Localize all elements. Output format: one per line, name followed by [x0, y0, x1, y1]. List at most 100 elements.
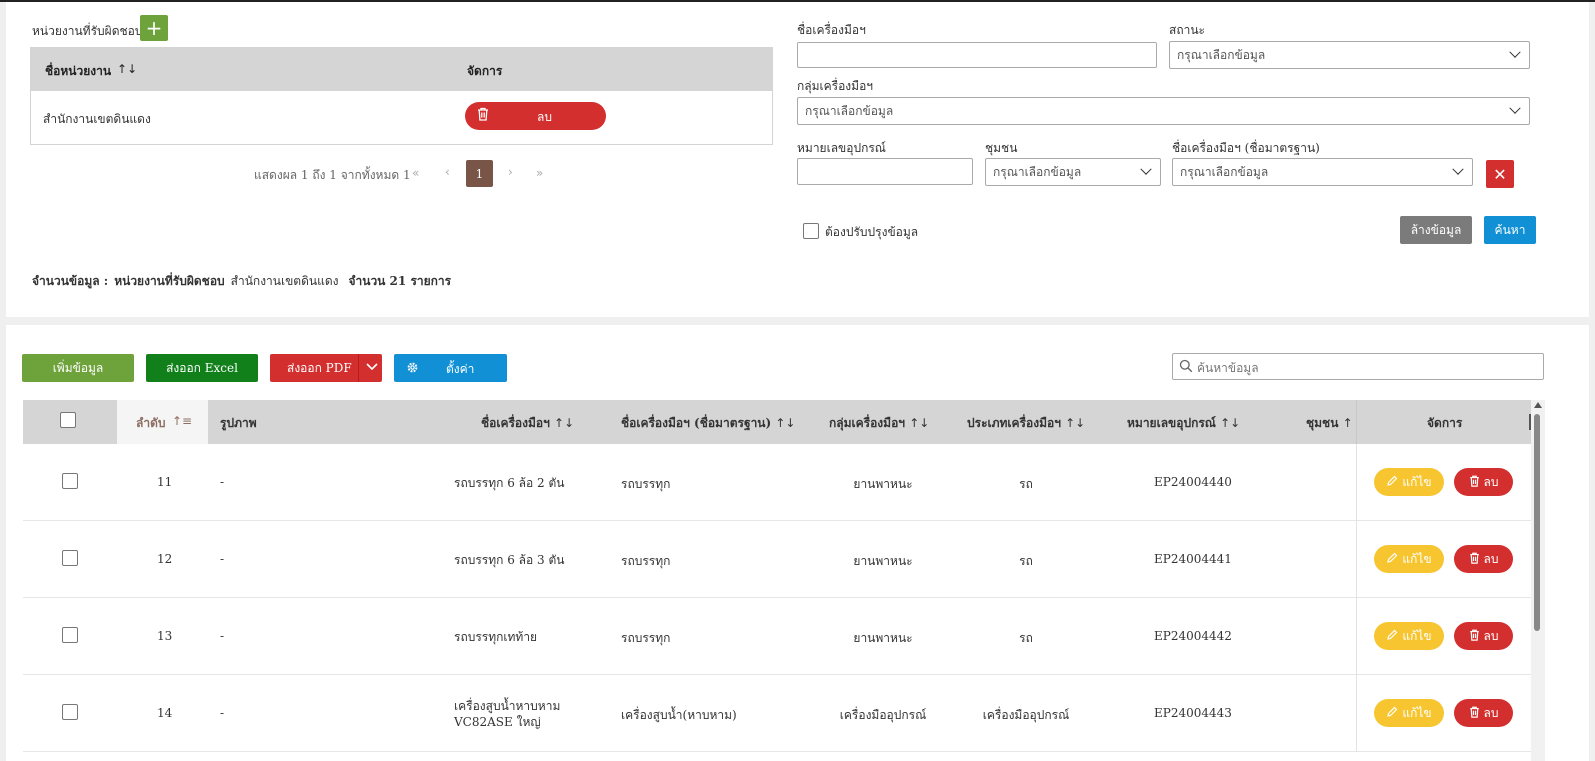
- table-scrollbar[interactable]: [1531, 400, 1545, 761]
- group-select[interactable]: กรุณาเลือกข้อมูล: [797, 97, 1530, 125]
- close-icon: ✕: [1493, 164, 1507, 184]
- pager-first[interactable]: «: [412, 166, 419, 180]
- unit-table-header: ชื่อหน่วยงาน ↑↓ จัดการ: [31, 48, 772, 91]
- row-name: รถบรรทุกเทท้าย: [454, 630, 538, 644]
- delete-button[interactable]: ลบ: [1454, 699, 1513, 727]
- pencil-icon: [1386, 475, 1398, 490]
- col-name[interactable]: ชื่อเครื่องมือฯ ↑↓: [481, 414, 574, 433]
- clear-std-name-button[interactable]: ✕: [1486, 160, 1514, 188]
- sort-icon: ↑↓: [909, 416, 930, 430]
- row-image: -: [220, 475, 225, 489]
- summary-label: จำนวนข้อมูล :: [32, 274, 109, 288]
- sort-asc-icon: ↑≡: [172, 414, 193, 428]
- sort-icon: ↑: [1342, 416, 1353, 430]
- row-equipment-no: EP24004441: [1154, 552, 1232, 566]
- scroll-up-icon[interactable]: [1534, 402, 1542, 408]
- row-type: เครื่องมืออุปกรณ์: [982, 708, 1070, 722]
- row-std-name: เครื่องสูบน้ำ(หาบหาม): [621, 708, 737, 722]
- col-divider: [1356, 444, 1357, 521]
- col-divider: [1356, 598, 1357, 675]
- row-std-name: รถบรรทุก: [621, 477, 671, 491]
- col-image: รูปภาพ: [220, 416, 257, 430]
- unit-section-title: หน่วยงานที่รับผิดชอบ: [32, 24, 143, 38]
- row-equipment-no: EP24004440: [1154, 475, 1232, 489]
- chevron-down-icon: [1509, 46, 1521, 58]
- row-type: รถ: [1019, 631, 1033, 645]
- chevron-down-icon: [1140, 163, 1152, 175]
- filter-card: หน่วยงานที่รับผิดชอบ + ชื่อหน่วยงาน ↑↓ จ…: [6, 2, 1589, 317]
- sort-icon: ↑↓: [1065, 416, 1086, 430]
- export-excel-button[interactable]: ส่งออก Excel: [146, 354, 258, 382]
- col-equipment-no[interactable]: หมายเลขอุปกรณ์ ↑↓: [1127, 414, 1240, 433]
- tool-name-input[interactable]: [797, 42, 1157, 68]
- delete-button[interactable]: ลบ: [1454, 622, 1513, 650]
- row-checkbox[interactable]: [62, 704, 78, 720]
- pencil-icon: [1386, 706, 1398, 721]
- col-manage: จัดการ: [1427, 416, 1463, 430]
- tool-name-label: ชื่อเครื่องมือฯ: [797, 23, 866, 37]
- add-unit-button[interactable]: +: [140, 15, 168, 41]
- chevron-down-icon: [1509, 102, 1521, 114]
- trash-icon: [1469, 552, 1480, 567]
- unit-table: ชื่อหน่วยงาน ↑↓ จัดการ สำนักงานเขตดินแดง…: [30, 47, 773, 145]
- row-index: 11: [157, 475, 173, 489]
- pager-info: แสดงผล 1 ถึง 1 จากทั้งหมด 1: [254, 168, 411, 182]
- unit-name: สำนักงานเขตดินแดง: [43, 112, 151, 126]
- chevron-down-icon[interactable]: [366, 361, 378, 375]
- sort-icon: ↑↓: [117, 62, 138, 76]
- trash-icon: [1469, 706, 1480, 721]
- table-row: 12 - รถบรรทุก 6 ล้อ 3 ตัน รถบรรทุก ยานพา…: [23, 521, 1531, 598]
- row-checkbox[interactable]: [62, 473, 78, 489]
- pencil-icon: [1386, 629, 1398, 644]
- row-index: 12: [157, 552, 173, 566]
- pager-prev[interactable]: ‹: [445, 165, 450, 179]
- edit-button[interactable]: แก้ไข: [1374, 468, 1444, 496]
- col-community[interactable]: ชุมชน ↑: [1306, 414, 1353, 433]
- equipment-no-label: หมายเลขอุปกรณ์: [797, 141, 886, 155]
- settings-button[interactable]: ตั้งค่า: [394, 354, 507, 382]
- select-all-checkbox[interactable]: [60, 412, 76, 428]
- col-group[interactable]: กลุ่มเครื่องมือฯ ↑↓: [829, 414, 929, 433]
- status-select[interactable]: กรุณาเลือกข้อมูล: [1169, 41, 1530, 69]
- edit-button[interactable]: แก้ไข: [1374, 545, 1444, 573]
- row-image: -: [220, 552, 225, 566]
- community-select[interactable]: กรุณาเลือกข้อมูล: [985, 158, 1161, 186]
- table-search-input[interactable]: ค้นหาข้อมูล: [1172, 353, 1544, 380]
- pager-current[interactable]: 1: [466, 160, 493, 187]
- unit-col-manage: จัดการ: [467, 64, 503, 78]
- status-label: สถานะ: [1169, 23, 1205, 37]
- unit-col-name[interactable]: ชื่อหน่วยงาน ↑↓: [45, 62, 137, 81]
- row-image: -: [220, 629, 225, 643]
- row-index: 14: [157, 706, 173, 720]
- add-button[interactable]: เพิ่มข้อมูล: [22, 354, 134, 382]
- unit-row: สำนักงานเขตดินแดง ลบ: [31, 91, 772, 143]
- col-type[interactable]: ประเภทเครื่องมือฯ ↑↓: [967, 414, 1085, 433]
- delete-button[interactable]: ลบ: [1454, 545, 1513, 573]
- equipment-no-input[interactable]: [797, 158, 973, 185]
- scrollbar-thumb[interactable]: [1534, 414, 1540, 631]
- row-checkbox[interactable]: [62, 550, 78, 566]
- edit-button[interactable]: แก้ไข: [1374, 622, 1444, 650]
- summary-unit-value: สำนักงานเขตดินแดง: [230, 274, 339, 288]
- unit-delete-button[interactable]: ลบ: [465, 102, 606, 130]
- row-name: เครื่องสูบน้ำหาบหาม VC82ASE ใหญ่: [454, 699, 561, 729]
- export-pdf-button[interactable]: ส่งออก PDF: [270, 354, 382, 382]
- std-name-select[interactable]: กรุณาเลือกข้อมูล: [1172, 158, 1473, 186]
- search-icon: [1179, 359, 1193, 376]
- clear-button[interactable]: ล้างข้อมูล: [1400, 216, 1472, 244]
- table-header: ลำดับ ↑≡ รูปภาพ ชื่อเครื่องมือฯ ↑↓ ชื่อเ…: [23, 400, 1531, 444]
- needs-update-checkbox[interactable]: [803, 223, 819, 239]
- summary-unit-label: หน่วยงานที่รับผิดชอบ: [114, 274, 225, 288]
- pager-last[interactable]: »: [536, 166, 543, 180]
- trash-icon: [1469, 475, 1480, 490]
- col-index[interactable]: ลำดับ ↑≡: [117, 400, 208, 444]
- row-checkbox[interactable]: [62, 627, 78, 643]
- delete-button[interactable]: ลบ: [1454, 468, 1513, 496]
- pager-next[interactable]: ›: [508, 165, 513, 179]
- group-label: กลุ่มเครื่องมือฯ: [797, 79, 874, 93]
- trash-icon: [1469, 629, 1480, 644]
- edit-button[interactable]: แก้ไข: [1374, 699, 1444, 727]
- col-divider: [1356, 675, 1357, 752]
- search-button[interactable]: ค้นหา: [1484, 216, 1536, 244]
- col-std-name[interactable]: ชื่อเครื่องมือฯ (ชื่อมาตรฐาน) ↑↓: [621, 414, 795, 433]
